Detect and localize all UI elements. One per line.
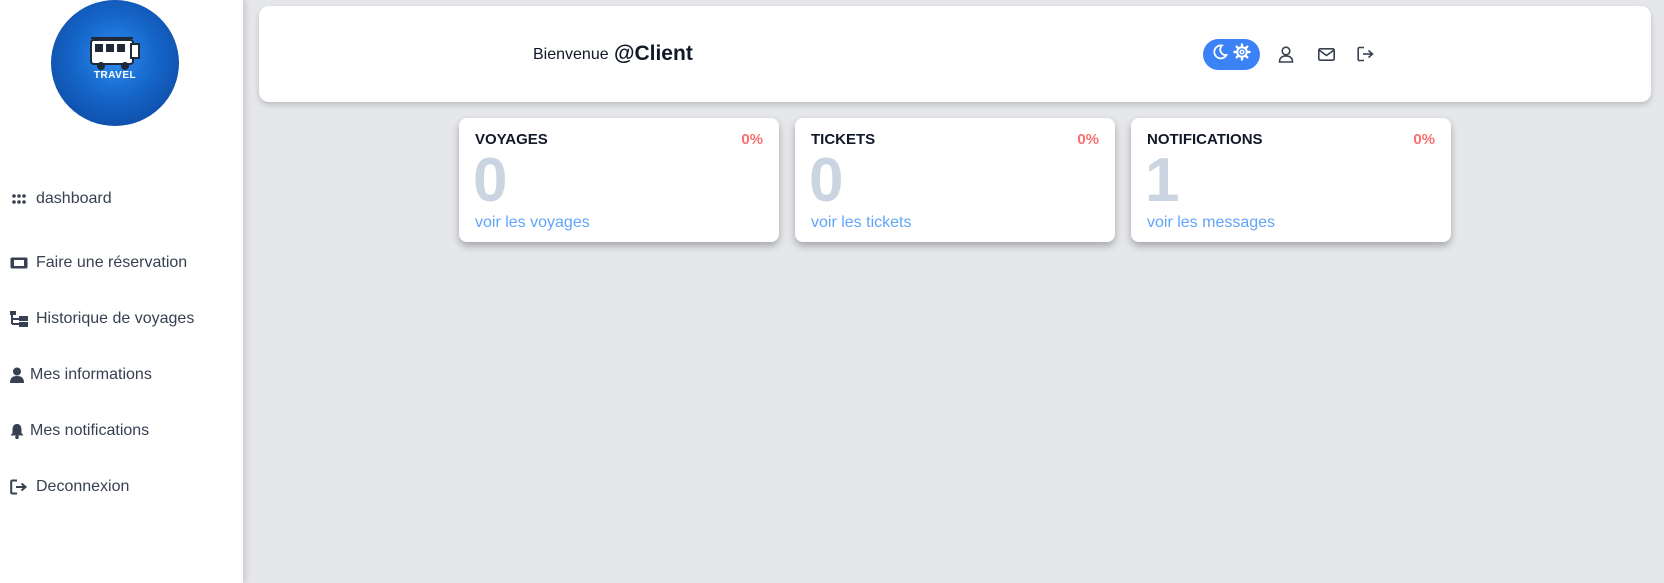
sidebar-item-label: Faire une réservation [36,254,188,271]
sidebar-item-label: Deconnexion [36,478,130,495]
welcome-text: Bienvenue [533,46,609,63]
mail-icon[interactable] [1316,44,1336,64]
card-tickets: TICKETS 0% 0 voir les tickets [795,118,1115,242]
sidebar-item-reservation[interactable]: Faire une réservation [10,251,187,275]
card-value: 0 [809,146,844,215]
sidebar-item-notifications[interactable]: Mes notifications [10,419,149,443]
card-percent: 0% [1077,131,1099,148]
card-link-messages[interactable]: voir les messages [1147,214,1275,232]
ticket-icon [10,254,28,272]
card-link-voyages[interactable]: voir les voyages [475,214,590,232]
sidebar-item-informations[interactable]: Mes informations [10,363,152,387]
logo-text: TRAVEL [93,70,137,81]
sidebar-item-history[interactable]: Historique de voyages [10,307,194,331]
card-voyages: VOYAGES 0% 0 voir les voyages [459,118,779,242]
gear-icon [1233,43,1251,66]
bus-icon [90,37,140,70]
card-percent: 0% [741,131,763,148]
card-value: 0 [473,146,508,215]
logo[interactable]: TRAVEL [51,0,179,126]
theme-toggle[interactable] [1203,39,1260,70]
user-icon [10,366,24,384]
card-value: 1 [1145,146,1180,215]
card-percent: 0% [1413,131,1435,148]
sidebar-item-label: Mes notifications [30,422,150,439]
sidebar-item-dashboard[interactable]: dashboard [10,187,112,211]
sidebar-item-label: dashboard [36,190,112,207]
sidebar-item-label: Historique de voyages [36,310,195,327]
logout-icon [10,478,28,496]
profile-icon[interactable] [1276,44,1296,64]
username: @Client [614,42,693,65]
bell-icon [10,422,24,440]
logout-icon[interactable] [1356,44,1376,64]
sidebar: TRAVEL dashboard Faire une réservation H… [0,0,243,583]
grid-icon [10,190,28,208]
header-bar: Bienvenue @Client [259,6,1651,102]
sidebar-item-deconnexion[interactable]: Deconnexion [10,475,129,499]
card-notifications: NOTIFICATIONS 0% 1 voir les messages [1131,118,1451,242]
history-icon [10,310,28,328]
moon-icon [1212,44,1228,65]
card-link-tickets[interactable]: voir les tickets [811,214,911,232]
sidebar-item-label: Mes informations [30,366,152,383]
